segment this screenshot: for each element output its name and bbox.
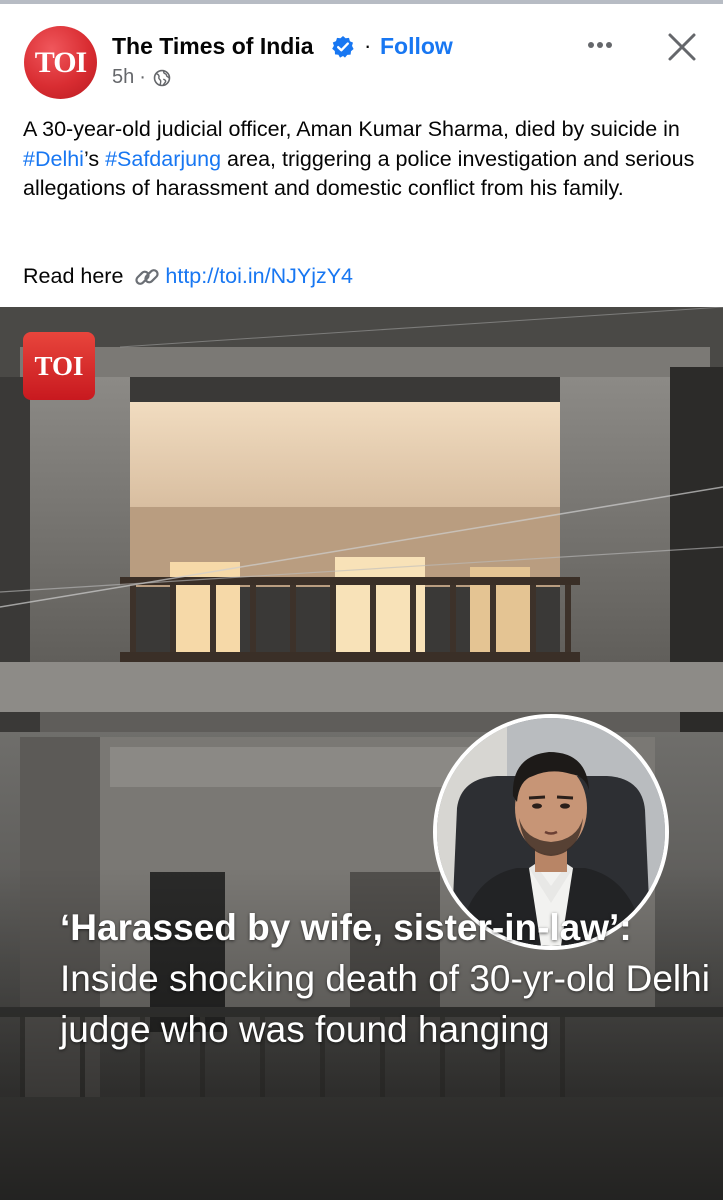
hashtag-safdarjung[interactable]: #Safdarjung [105, 147, 221, 171]
link-icon [135, 268, 160, 285]
header-dot: · [364, 33, 372, 58]
article-link[interactable]: http://toi.in/NJYjzY4 [165, 262, 353, 292]
headline-bold: ‘Harassed by wife, sister-in-law’: [60, 907, 632, 948]
globe-icon [153, 69, 171, 86]
page-avatar[interactable]: TOI [24, 26, 97, 99]
read-here-label: Read here [23, 264, 124, 288]
post-caption: A 30-year-old judicial officer, Aman Kum… [23, 115, 703, 204]
more-options-icon[interactable] [582, 30, 618, 60]
follow-button[interactable]: Follow [380, 33, 453, 60]
caption-text-1: A 30-year-old judicial officer, Aman Kum… [23, 117, 680, 141]
caption-text-2: ’s [83, 146, 106, 171]
toi-badge: TOI [23, 332, 95, 400]
image-headline: ‘Harassed by wife, sister-in-law’: Insid… [60, 902, 710, 1055]
hashtag-delhi[interactable]: #Delhi [23, 147, 84, 171]
verified-badge-icon [332, 36, 354, 58]
top-divider [0, 0, 723, 4]
post-time[interactable]: 5h [112, 66, 134, 89]
avatar-logo-text: TOI [34, 45, 87, 79]
read-here-line: Read here http://toi.in/NJYjzY4 [23, 262, 353, 292]
meta-dot: · [139, 66, 146, 88]
close-icon[interactable] [664, 29, 700, 65]
headline-rest: Inside shocking death of 30-yr-old Delhi… [60, 958, 710, 1050]
post-meta: 5h · [112, 66, 171, 89]
page-name[interactable]: The Times of India [112, 33, 314, 60]
toi-badge-text: TOI [34, 350, 84, 381]
